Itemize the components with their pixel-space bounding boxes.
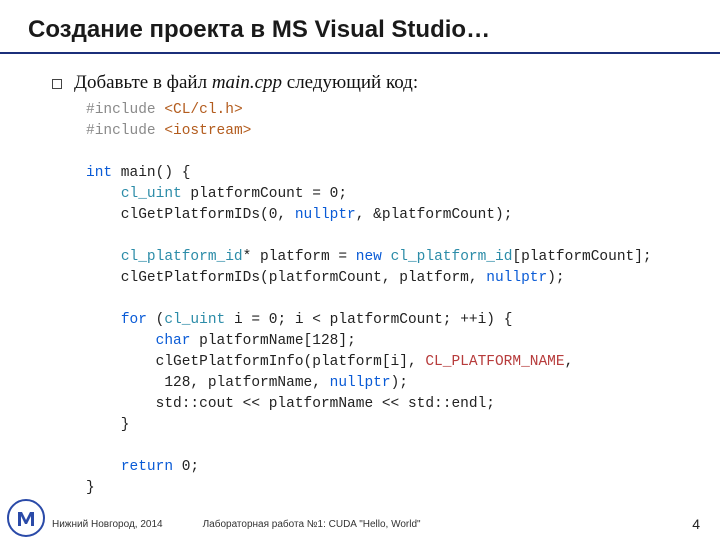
bullet-filename: main.cpp [212, 72, 282, 93]
code-token: , [565, 354, 574, 370]
code-token: main() { [112, 165, 190, 181]
code-token: } [86, 417, 130, 433]
code-token: ); [547, 270, 564, 286]
code-token: 0; [173, 459, 199, 475]
code-token [382, 249, 391, 265]
footer-title: Лабораторная работа №1: CUDA "Hello, Wor… [203, 519, 693, 530]
code-token: #include [86, 123, 156, 139]
code-token: CL_PLATFORM_NAME [425, 354, 564, 370]
code-token: #include [86, 102, 156, 118]
code-token: std::cout << platformName << std::endl; [86, 396, 495, 412]
code-token: clGetPlatformIDs(platformCount, platform… [86, 270, 486, 286]
code-token: [platformCount]; [512, 249, 651, 265]
bullet-suffix: следующий код: [282, 72, 418, 93]
code-block: #include <CL/cl.h> #include <iostream> i… [86, 100, 720, 499]
code-token: ); [391, 375, 408, 391]
code-token: platformCount = 0; [182, 186, 347, 202]
slide-body: Добавьте в файл main.cpp следующий код: … [0, 72, 720, 499]
square-bullet-icon [52, 79, 62, 89]
code-token: platformName[128]; [190, 333, 355, 349]
code-token: cl_platform_id [121, 249, 243, 265]
code-token: 128, platformName, [86, 375, 330, 391]
code-token: , &platformCount); [356, 207, 513, 223]
page-number: 4 [692, 516, 700, 532]
code-token: char [156, 333, 191, 349]
code-token: <CL/cl.h> [164, 102, 242, 118]
bullet-text: Добавьте в файл main.cpp следующий код: [74, 72, 418, 94]
code-token: nullptr [295, 207, 356, 223]
slide-footer: Нижний Новгород, 2014 Лабораторная работ… [0, 516, 720, 532]
code-token: nullptr [486, 270, 547, 286]
code-token: <iostream> [164, 123, 251, 139]
footer-location: Нижний Новгород, 2014 [52, 519, 163, 530]
code-token: clGetPlatformInfo(platform[i], [86, 354, 425, 370]
code-token: cl_platform_id [391, 249, 513, 265]
slide-title: Создание проекта в MS Visual Studio… [0, 0, 720, 54]
code-token: * platform = [243, 249, 356, 265]
code-token: int [86, 165, 112, 181]
code-token: cl_uint [121, 186, 182, 202]
code-token: } [86, 480, 95, 496]
code-token: i = 0; i < platformCount; ++i) { [225, 312, 512, 328]
bullet-item: Добавьте в файл main.cpp следующий код: [52, 72, 720, 94]
bullet-prefix: Добавьте в файл [74, 72, 212, 93]
code-token: ( [147, 312, 164, 328]
code-token: nullptr [330, 375, 391, 391]
code-token: for [121, 312, 147, 328]
code-token: return [121, 459, 173, 475]
code-token: new [356, 249, 382, 265]
code-token: cl_uint [164, 312, 225, 328]
code-token: clGetPlatformIDs(0, [86, 207, 295, 223]
